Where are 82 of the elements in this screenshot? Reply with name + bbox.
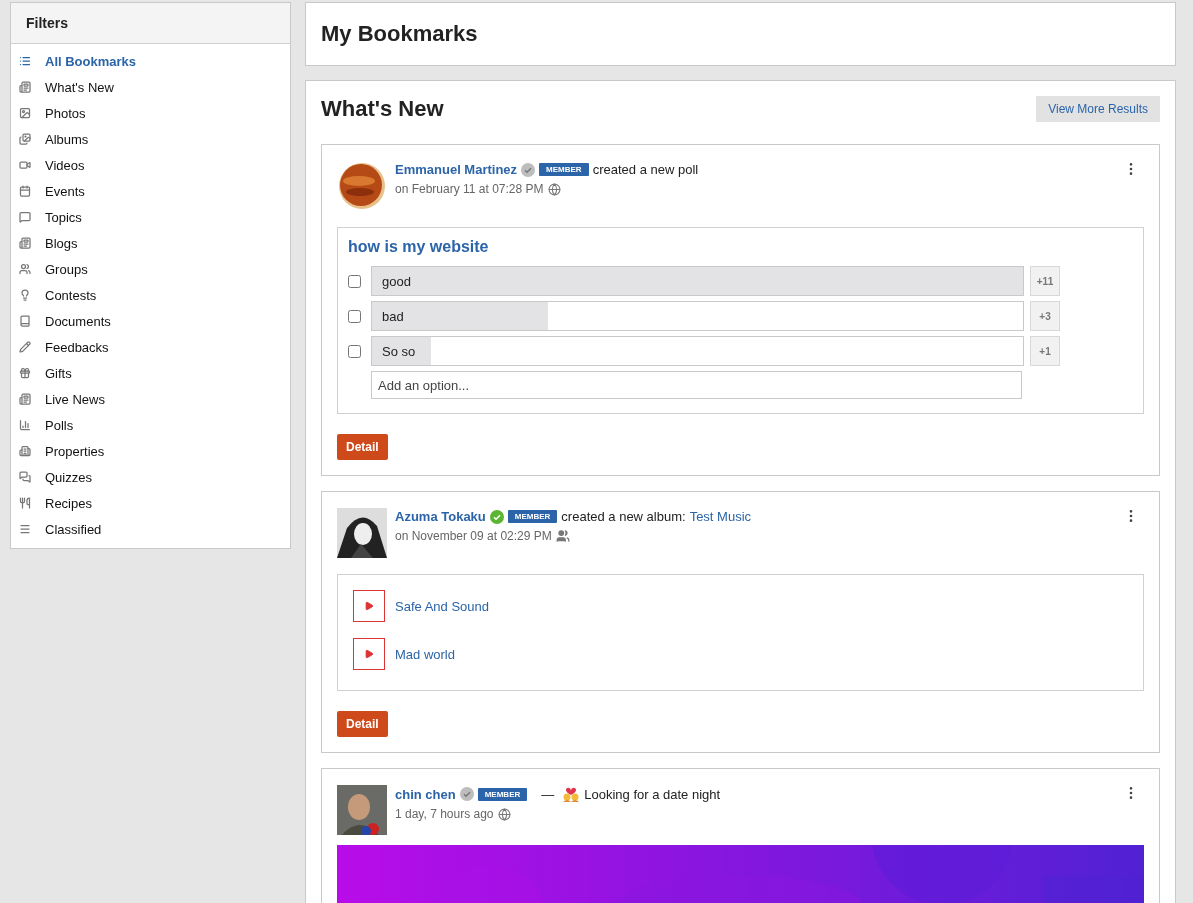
bar-chart-icon [19,419,31,431]
option-checkbox[interactable] [348,309,361,323]
poll-question: how is my website [348,238,490,256]
chat-icon [19,471,31,483]
post-time: 1 day, 7 hours ago [395,807,494,821]
filter-item[interactable]: Blogs [11,230,290,256]
member-badge: MEMBER [539,163,589,176]
pencil-icon [19,341,31,353]
panel-title: Filters [11,3,290,44]
filter-item[interactable]: Documents [11,308,290,334]
couple-icon [562,786,581,802]
list-icon [19,55,31,67]
track-link[interactable]: Safe And Sound [395,598,489,614]
filter-item[interactable]: Recipes [11,490,290,516]
view-more-button[interactable]: View More Results [1036,96,1160,122]
filter-item[interactable]: Albums [11,126,290,152]
people-icon [19,263,31,275]
option-label: good [381,273,411,289]
author-link[interactable]: Azuma Tokaku [395,509,486,524]
filter-item[interactable]: What's New [11,74,290,100]
newspaper-icon [19,81,31,93]
option-bar[interactable]: bad [371,301,1024,331]
filter-item[interactable]: Live News [11,386,290,412]
dash: — [541,786,555,802]
track-link[interactable]: Mad world [395,646,455,662]
globe-icon [547,182,561,196]
filter-item[interactable]: Properties [11,438,290,464]
filter-item[interactable]: Polls [11,412,290,438]
filter-item[interactable]: Events [11,178,290,204]
globe-icon [497,807,511,821]
member-badge: MEMBER [477,787,528,801]
gift-icon [19,367,31,379]
option-bar[interactable]: good [371,266,1024,296]
play-icon [364,649,374,659]
activity-text: Looking for a date night [584,786,721,802]
play-button[interactable] [353,590,385,622]
detail-button[interactable]: Detail [337,711,388,737]
activity-text: created a new album: [561,509,686,524]
album-link[interactable]: Test Music [689,509,752,524]
filter-item[interactable]: Quizzes [11,464,290,490]
filter-item[interactable]: Contests [11,282,290,308]
filter-item[interactable]: Feedbacks [11,334,290,360]
filter-item[interactable]: Photos [11,100,290,126]
filter-item[interactable]: All Bookmarks [11,48,290,74]
page-title: My Bookmarks [321,21,479,47]
member-badge: MEMBER [507,510,558,523]
option-label: So so [381,343,416,359]
menu-icon [19,523,31,535]
filter-item[interactable]: Groups [11,256,290,282]
lightbulb-icon [19,289,31,301]
activity-text: created a new poll [592,162,699,177]
option-checkbox[interactable] [348,274,361,288]
post-time: on February 11 at 07:28 PM [395,182,544,196]
author-link[interactable]: Emmanuel Martinez [395,162,518,177]
vote-count: +11 [1030,266,1060,296]
calendar-icon [19,185,31,197]
post-time: on November 09 at 02:29 PM [395,529,552,543]
add-option-field[interactable]: Add an option... [371,371,1022,399]
book-icon [19,315,31,327]
people-icon [555,529,570,543]
vote-count: +1 [1030,336,1060,366]
option-label: bad [381,308,404,324]
vote-count: +3 [1030,301,1060,331]
utensils-icon [19,497,31,509]
newspaper-icon [19,393,31,405]
image-icon [19,107,31,119]
author-link[interactable]: chin chen [395,786,456,802]
filter-item[interactable]: Videos [11,152,290,178]
detail-button[interactable]: Detail [337,434,388,460]
newspaper-icon [19,237,31,249]
play-icon [364,601,374,611]
filter-item[interactable]: Topics [11,204,290,230]
filter-item[interactable]: Classified [11,516,290,542]
chat-icon [19,211,31,223]
filter-item[interactable]: Gifts [11,360,290,386]
play-button[interactable] [353,638,385,670]
option-checkbox[interactable] [348,344,361,358]
images-icon [19,133,31,145]
section-title: What's New [321,96,444,122]
option-bar[interactable]: So so [371,336,1024,366]
building-icon [19,445,31,457]
video-icon [19,159,31,171]
